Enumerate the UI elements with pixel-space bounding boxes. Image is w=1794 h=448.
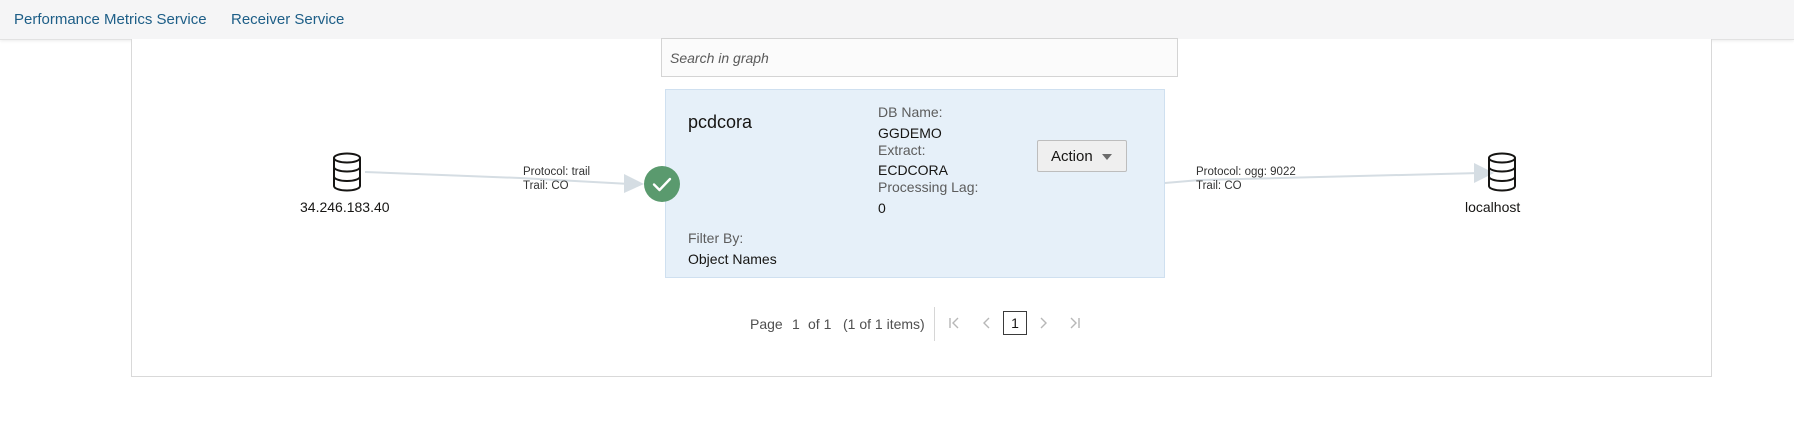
pagination-page-label: Page bbox=[750, 316, 783, 332]
action-dropdown-button[interactable]: Action bbox=[1037, 140, 1127, 172]
edge-line-left bbox=[364, 171, 631, 185]
first-page-icon[interactable] bbox=[947, 315, 961, 331]
source-node-label: 34.246.183.40 bbox=[300, 199, 390, 215]
pagination-total-pages: of 1 bbox=[808, 316, 832, 332]
left-edge-protocol: Protocol: trail bbox=[523, 166, 591, 178]
processing-lag-label: Processing Lag: bbox=[878, 179, 979, 195]
edge-arrow-left bbox=[624, 174, 644, 193]
pagination-page-number: 1 bbox=[792, 316, 800, 332]
database-icon[interactable] bbox=[330, 152, 364, 192]
last-page-icon[interactable] bbox=[1068, 315, 1082, 331]
previous-page-icon[interactable] bbox=[980, 315, 994, 331]
current-page-button[interactable]: 1 bbox=[1003, 311, 1027, 335]
process-name: pcdcora bbox=[688, 112, 753, 132]
action-button-label: Action bbox=[1051, 147, 1093, 165]
db-name-label: DB Name: bbox=[878, 104, 943, 120]
pagination-divider bbox=[934, 307, 935, 341]
pagination-items-count: (1 of 1 items) bbox=[843, 316, 925, 332]
next-page-icon[interactable] bbox=[1036, 315, 1050, 331]
right-edge-label: Protocol: ogg: 9022 Trail: CO bbox=[1196, 165, 1296, 193]
left-edge-trail: Trail: CO bbox=[523, 180, 569, 192]
right-edge-protocol: Protocol: ogg: 9022 bbox=[1196, 166, 1296, 178]
filter-by-value: Object Names bbox=[688, 251, 777, 267]
checkmark-icon bbox=[652, 177, 672, 192]
process-card[interactable]: pcdcora DB Name: GGDEMO Extract: ECDCORA… bbox=[665, 89, 1165, 278]
right-edge-trail: Trail: CO bbox=[1196, 180, 1242, 192]
database-icon[interactable] bbox=[1485, 152, 1519, 192]
caret-down-icon bbox=[1102, 154, 1112, 160]
filter-by-label: Filter By: bbox=[688, 230, 744, 246]
left-edge-label: Protocol: trail Trail: CO bbox=[523, 165, 590, 193]
target-node-label: localhost bbox=[1465, 199, 1521, 215]
status-success-badge bbox=[644, 166, 680, 202]
db-name-value: GGDEMO bbox=[878, 125, 942, 141]
extract-label: Extract: bbox=[878, 142, 926, 158]
extract-value: ECDCORA bbox=[878, 162, 949, 178]
processing-lag-value: 0 bbox=[878, 200, 886, 216]
